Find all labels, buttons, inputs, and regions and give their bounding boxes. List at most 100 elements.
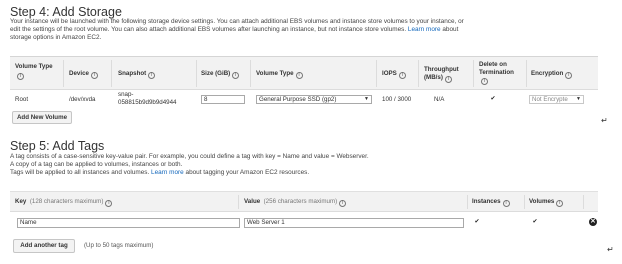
col-instances: Instances i — [472, 198, 510, 207]
encryption-select[interactable]: Not Encrypte ▼ — [529, 95, 584, 104]
tags-desc-line1: A tag consists of a case-sensitive key-v… — [10, 153, 369, 160]
column-divider — [467, 195, 468, 209]
col-value: Value (256 characters maximum) i — [244, 198, 347, 207]
col-snapshot-label: Snapshot — [118, 70, 147, 77]
return-arrow-icon: ↵ — [601, 116, 608, 125]
storage-desc-line2b: about — [442, 26, 459, 34]
column-divider — [63, 60, 64, 87]
column-divider — [250, 60, 251, 87]
tags-learn-more-link[interactable]: Learn more — [151, 169, 184, 176]
tags-table: Key (128 characters maximum) i Value (256… — [10, 191, 598, 233]
encryption-select-value: Not Encrypte — [532, 96, 568, 103]
storage-desc-line1: Your instance will be launched with the … — [10, 18, 464, 25]
tags-desc-line2: A copy of a tag can be applied to volume… — [10, 161, 183, 169]
column-divider — [196, 60, 197, 87]
tag-instances-checkbox[interactable]: ✔ — [474, 219, 480, 225]
column-divider — [524, 195, 525, 209]
info-icon[interactable]: i — [565, 72, 573, 79]
storage-learn-more-link[interactable]: Learn more — [408, 26, 441, 33]
col-size: Size (GiB) i — [201, 70, 240, 79]
info-icon[interactable]: i — [17, 72, 24, 80]
col-value-label: Value — [244, 198, 261, 205]
info-icon[interactable]: i — [339, 200, 347, 207]
col-device: Device i — [69, 70, 98, 79]
column-divider — [583, 195, 584, 209]
info-icon[interactable]: i — [148, 72, 156, 79]
info-icon[interactable]: i — [295, 72, 303, 79]
delete-on-termination-checkbox[interactable]: ✔ — [490, 96, 496, 102]
tags-description: A tag consists of a case-sensitive key-v… — [10, 153, 610, 178]
info-icon[interactable]: i — [502, 200, 510, 207]
col-throughput-unit: (MB/s) — [424, 73, 443, 81]
storage-description: Your instance will be launched with the … — [10, 18, 610, 43]
info-icon[interactable]: i — [398, 72, 406, 79]
tags-desc-line3: Tags will be applied to all instances an… — [10, 169, 610, 177]
tag-key-input[interactable]: Name — [17, 218, 240, 228]
storage-desc-line2a: edit the settings of the root volume. Yo… — [10, 26, 407, 34]
info-icon[interactable]: i — [556, 200, 564, 207]
info-icon[interactable]: i — [232, 72, 240, 79]
col-delete-on-termination: Delete on Termination i — [479, 61, 514, 85]
chevron-down-icon: ▼ — [576, 96, 581, 102]
add-new-volume-button[interactable]: Add New Volume — [12, 111, 72, 124]
col-volumes: Volumes i — [529, 198, 564, 207]
volume-type-select-value: General Purpose SSD (gp2) — [259, 96, 337, 103]
column-divider — [473, 60, 474, 87]
col-encryption: Encryption i — [531, 70, 573, 79]
col-throughput-label: Throughput — [424, 66, 459, 73]
return-arrow-icon: ↵ — [607, 245, 614, 254]
col-volume-type: Volume Type i — [15, 63, 53, 80]
col-snapshot: Snapshot i — [118, 70, 156, 79]
col-device-label: Device — [69, 70, 89, 77]
col-volume-type-label: Volume Type — [15, 63, 53, 70]
col-value-hint: (256 characters maximum) — [263, 198, 338, 205]
row-volume-type: Root — [15, 96, 29, 103]
chevron-down-icon: ▼ — [364, 96, 369, 102]
tag-row: Name Web Server 1 ✔ ✔ — [10, 212, 598, 234]
info-icon[interactable]: i — [444, 75, 452, 83]
column-divider — [111, 60, 112, 87]
col-delete-on-label: Delete on — [479, 61, 507, 68]
col-instances-label: Instances — [472, 198, 501, 205]
tags-table-header: Key (128 characters maximum) i Value (256… — [10, 192, 598, 212]
col-iops-label: IOPS — [382, 70, 397, 77]
col-key: Key (128 characters maximum) i — [15, 198, 113, 207]
row-snapshot-line2: 058815b9d9b9d4944 — [118, 98, 177, 106]
col-size-label: Size (GiB) — [201, 70, 231, 77]
storage-desc-line2: edit the settings of the root volume. Yo… — [10, 26, 610, 34]
col-encryption-label: Encryption — [531, 70, 564, 77]
add-tag-hint: (Up to 50 tags maximum) — [84, 242, 154, 249]
tags-title: Step 5: Add Tags — [10, 139, 105, 153]
info-icon[interactable]: i — [481, 78, 488, 85]
tags-desc-line3a: Tags will be applied to all instances an… — [10, 169, 150, 177]
col-key-hint: (128 characters maximum) — [29, 198, 104, 205]
col-ebs-volume-type: Volume Type i — [256, 70, 303, 79]
row-throughput: N/A — [434, 96, 445, 103]
add-another-tag-button[interactable]: Add another tag — [13, 239, 75, 253]
tags-desc-line3b: about tagging your Amazon EC2 resources. — [185, 169, 310, 177]
col-key-label: Key — [15, 198, 27, 205]
column-divider — [376, 60, 377, 87]
row-device: /dev/xvda — [69, 96, 96, 103]
row-iops: 100 / 3000 — [382, 96, 412, 103]
column-divider — [526, 60, 527, 87]
tag-volumes-checkbox[interactable]: ✔ — [532, 219, 538, 225]
storage-table: Volume Type i Device i Snapshot i Size (GiB… — [10, 56, 598, 108]
volume-type-select[interactable]: General Purpose SSD (gp2) ▼ — [256, 95, 372, 104]
info-icon[interactable]: i — [90, 72, 98, 79]
storage-table-header: Volume Type i Device i Snapshot i Size (GiB… — [10, 57, 598, 90]
col-iops: IOPS i — [382, 70, 406, 79]
row-snapshot-line1: snap- — [118, 91, 134, 98]
col-volumes-label: Volumes — [529, 198, 555, 205]
column-divider — [418, 60, 419, 87]
col-termination-label: Termination — [479, 68, 514, 76]
column-divider — [238, 195, 239, 209]
tag-value-input[interactable]: Web Server 1 — [244, 218, 464, 228]
storage-row: Root /dev/xvda snap- 058815b9d9b9d4944 8 … — [10, 90, 598, 109]
col-throughput: Throughput (MB/s) i — [424, 66, 459, 83]
info-icon[interactable]: i — [105, 200, 113, 207]
storage-desc-line3: storage options in Amazon EC2. — [10, 34, 102, 42]
size-input[interactable]: 8 — [201, 95, 245, 104]
col-ebs-volume-type-label: Volume Type — [256, 70, 294, 77]
remove-circle-icon[interactable]: ✕ — [589, 218, 597, 226]
